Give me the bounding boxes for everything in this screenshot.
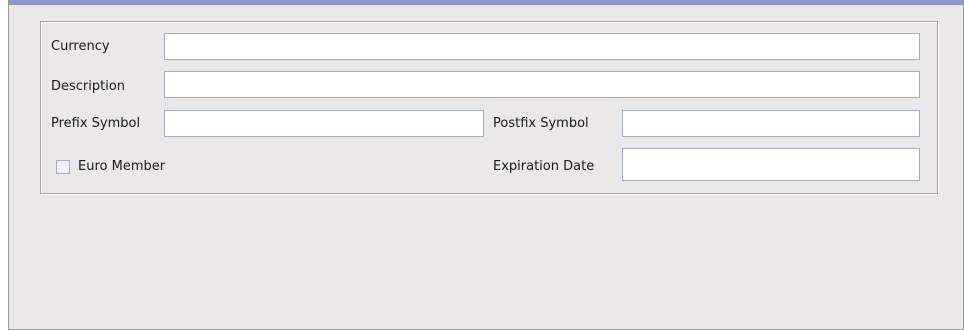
prefix-symbol-label: Prefix Symbol xyxy=(51,116,141,131)
currency-editor-window: Currency Description Prefix Symbol Postf… xyxy=(8,0,964,330)
description-field[interactable] xyxy=(164,71,920,98)
postfix-symbol-label: Postfix Symbol xyxy=(493,116,589,131)
euro-member-label: Euro Member xyxy=(78,159,166,174)
expiration-date-label: Expiration Date xyxy=(493,159,595,174)
window-top-accent-bar xyxy=(9,0,963,5)
currency-label: Currency xyxy=(51,39,110,54)
expiration-date-field[interactable] xyxy=(622,148,920,181)
euro-member-checkbox[interactable] xyxy=(56,160,70,174)
prefix-symbol-field[interactable] xyxy=(164,110,484,137)
currency-field[interactable] xyxy=(164,33,920,60)
description-label: Description xyxy=(51,79,126,94)
postfix-symbol-field[interactable] xyxy=(622,110,920,137)
